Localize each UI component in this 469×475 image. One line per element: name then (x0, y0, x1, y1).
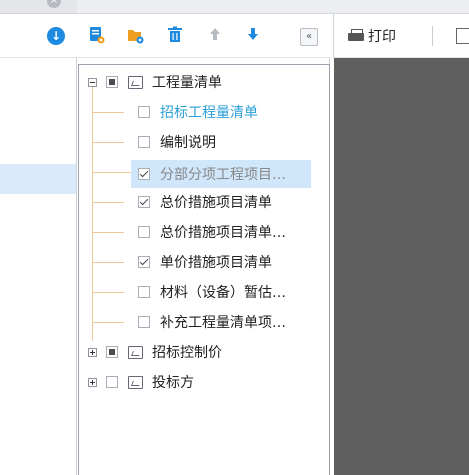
tree-item-label: 总价措施项目清单 (160, 195, 272, 211)
tree-item[interactable]: 单价措施项目清单 (138, 250, 272, 274)
checkbox[interactable] (106, 376, 118, 388)
collapse-panel-button[interactable]: « (300, 28, 318, 46)
tree-item[interactable]: 补充工程量清单项… (138, 310, 286, 334)
tree-item-label: 单价措施项目清单 (160, 255, 272, 271)
checkbox[interactable] (138, 286, 150, 298)
preview-toolbar: 打印 (333, 14, 469, 58)
move-up-icon[interactable] (206, 26, 224, 44)
toolbar-divider (432, 26, 433, 46)
add-folder-icon[interactable] (127, 26, 145, 44)
tree-connector (92, 232, 124, 233)
tree-item[interactable]: 材料（设备）暂估… (138, 280, 286, 304)
export-icon[interactable] (456, 28, 469, 44)
tri-state-checkbox[interactable] (106, 76, 118, 88)
report-preview-area[interactable] (334, 58, 469, 475)
tree-item-label: 补充工程量清单项… (160, 315, 286, 331)
checkbox[interactable] (138, 106, 150, 118)
tree-root-item[interactable]: 招标控制价 (88, 340, 222, 364)
checkbox[interactable] (138, 316, 150, 328)
checkbox[interactable] (138, 256, 150, 268)
tree-connector (92, 112, 124, 113)
tree-item[interactable]: 总价措施项目清单… (138, 220, 286, 244)
tree-item-label: 总价措施项目清单… (160, 225, 286, 241)
checkbox[interactable] (138, 136, 150, 148)
checkbox[interactable] (138, 226, 150, 238)
tree-connector (92, 292, 124, 293)
report-folder-icon (128, 345, 143, 359)
collapse-toggle-icon[interactable] (88, 77, 97, 87)
add-file-icon[interactable] (88, 26, 106, 44)
left-panel: ↓ (0, 14, 77, 475)
checkbox[interactable] (138, 196, 150, 208)
left-selected-item[interactable] (0, 164, 76, 194)
tree-root-item[interactable]: 工程量清单 (88, 70, 222, 94)
tree-item-label: 编制说明 (160, 135, 216, 151)
tree-item-label: 投标方 (152, 375, 194, 391)
top-strip (77, 0, 469, 14)
printer-icon (348, 29, 364, 43)
report-folder-icon (128, 375, 143, 389)
checkbox[interactable] (138, 168, 150, 180)
report-folder-icon (128, 75, 143, 89)
print-button[interactable]: 打印 (348, 26, 396, 46)
tree-item[interactable]: 编制说明 (138, 130, 216, 154)
expand-toggle-icon[interactable] (88, 347, 97, 357)
tree-root-item[interactable]: 投标方 (88, 370, 194, 394)
expand-toggle-icon[interactable] (88, 377, 97, 387)
tree-item[interactable]: 总价措施项目清单 (138, 190, 272, 214)
tree-item-label: 工程量清单 (152, 75, 222, 91)
tree-connector (92, 172, 132, 173)
move-down-icon[interactable] (244, 26, 262, 44)
tree-connector (92, 83, 93, 341)
download-circle-icon[interactable]: ↓ (47, 27, 65, 45)
tree-item[interactable]: 招标工程量清单 (138, 100, 258, 124)
tree-connector (92, 142, 124, 143)
tree-item-label: 招标工程量清单 (160, 105, 258, 121)
tree-item-label: 招标控制价 (152, 345, 222, 361)
report-tree: 工程量清单 招标工程量清单 编制说明 分部分项工程项目… 总价措施项目清单 总价… (78, 64, 330, 475)
tree-connector (92, 202, 124, 203)
tree-connector (92, 322, 124, 323)
close-circle-icon[interactable]: × (47, 0, 61, 8)
left-top-bar: × (0, 0, 77, 14)
tri-state-checkbox[interactable] (106, 346, 118, 358)
tree-toolbar: « (78, 14, 330, 58)
left-panel-header: ↓ (0, 14, 77, 58)
delete-icon[interactable] (166, 26, 184, 44)
tree-item-label: 材料（设备）暂估… (160, 285, 286, 301)
tree-connector (92, 262, 124, 263)
report-tree-panel: 工程量清单 招标工程量清单 编制说明 分部分项工程项目… 总价措施项目清单 总价… (78, 58, 330, 475)
tree-item-selected[interactable]: 分部分项工程项目… (131, 160, 311, 188)
print-button-label: 打印 (368, 29, 396, 45)
tree-item-label: 分部分项工程项目… (160, 167, 286, 183)
